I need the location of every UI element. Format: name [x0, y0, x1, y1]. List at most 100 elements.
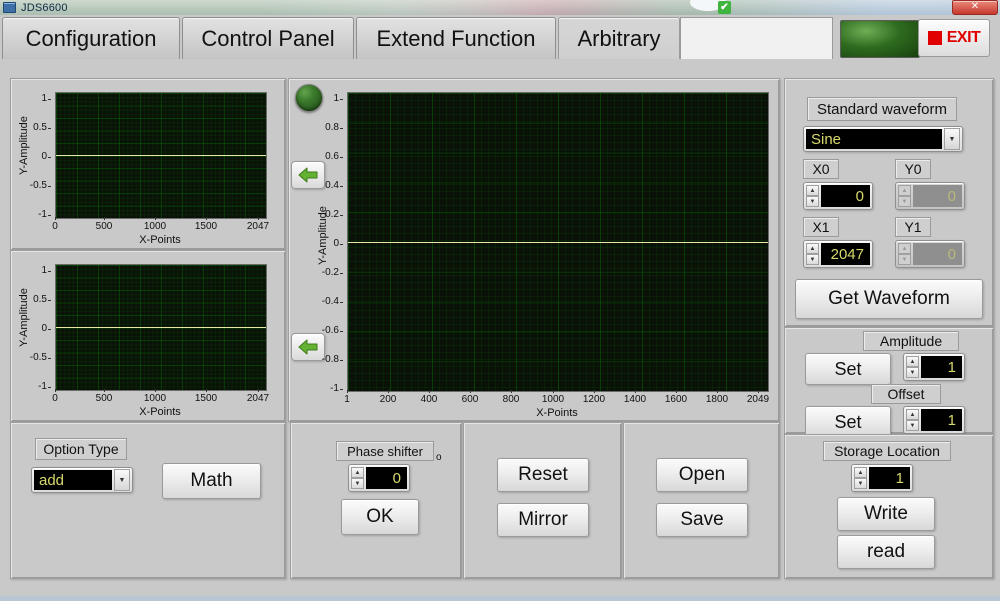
chevron-down-icon[interactable]: ▼	[944, 128, 960, 150]
chart-a-xtick: 0	[45, 217, 65, 232]
x0-spin-buttons[interactable]: ▲ ▼	[806, 185, 819, 207]
x1-stepper[interactable]: ▲ ▼ 2047	[803, 240, 873, 268]
tab-label: Configuration	[25, 25, 157, 51]
main-chart-xtick: 1	[338, 390, 356, 405]
reset-button[interactable]: Reset	[497, 458, 589, 492]
offset-spin-buttons[interactable]: ▲ ▼	[906, 409, 919, 431]
get-waveform-button[interactable]: Get Waveform	[795, 279, 983, 319]
spin-up-icon[interactable]: ▲	[351, 467, 364, 478]
amplitude-stepper[interactable]: ▲ ▼ 1	[903, 353, 965, 381]
spin-down-icon[interactable]: ▼	[806, 254, 819, 265]
main-chart-xtick: 2049	[741, 390, 775, 405]
spin-up-icon[interactable]: ▲	[906, 409, 919, 420]
option-type-select[interactable]: add ▼	[31, 467, 133, 493]
offset-stepper[interactable]: ▲ ▼ 1	[903, 406, 965, 434]
chart-a-xlabel: X-Points	[139, 234, 181, 246]
spin-up-icon[interactable]: ▲	[854, 467, 867, 478]
chart-b-ytick: 0	[23, 323, 51, 334]
open-button[interactable]: Open	[656, 458, 748, 492]
spin-down-icon[interactable]: ▼	[854, 478, 867, 489]
phase-spin-buttons[interactable]: ▲ ▼	[351, 467, 364, 489]
app-body: Configuration Control Panel Extend Funct…	[0, 15, 1000, 596]
y1-label: Y1	[895, 217, 931, 237]
main-chart-xtick: 1200	[577, 390, 611, 405]
y1-spin-buttons: ▲ ▼	[898, 243, 911, 265]
chart-a-xtick: 1000	[139, 217, 171, 232]
spin-down-icon[interactable]: ▼	[806, 196, 819, 207]
chart-b-ytick: -0.5	[23, 352, 51, 363]
source-chart-b-panel: Y-Amplitude 1 0.5 0 -0.5 -1 0 500 1000 1…	[10, 250, 286, 422]
y0-stepper: ▲ ▼ 0	[895, 182, 965, 210]
write-label: Write	[864, 503, 908, 524]
open-label: Open	[678, 464, 726, 485]
tab-label: Control Panel	[201, 25, 335, 51]
tab-arbitrary[interactable]: Arbitrary	[558, 17, 680, 59]
tab-label: Extend Function	[376, 25, 536, 51]
option-type-label: Option Type	[35, 438, 127, 460]
phase-ok-button[interactable]: OK	[341, 499, 419, 535]
tab-strip-filler	[680, 17, 833, 59]
phase-shifter-stepper[interactable]: ▲ ▼ 0	[348, 464, 410, 492]
spin-up-icon[interactable]: ▲	[906, 356, 919, 367]
math-label: Math	[190, 470, 233, 491]
main-chart-plot[interactable]	[347, 92, 769, 392]
chart-b-ytick: 1	[23, 265, 51, 276]
storage-spin-buttons[interactable]: ▲ ▼	[854, 467, 867, 489]
y1-stepper: ▲ ▼ 0	[895, 240, 965, 268]
tab-control-panel[interactable]: Control Panel	[182, 17, 354, 59]
chart-a-ytick: -1	[23, 209, 51, 220]
amplitude-spin-buttons[interactable]: ▲ ▼	[906, 356, 919, 378]
mirror-button[interactable]: Mirror	[497, 503, 589, 537]
math-button[interactable]: Math	[162, 463, 261, 499]
get-waveform-label: Get Waveform	[828, 288, 950, 309]
tab-configuration[interactable]: Configuration	[2, 17, 180, 59]
spin-down-icon[interactable]: ▼	[906, 420, 919, 431]
x0-value: 0	[821, 185, 870, 207]
exit-button-label: EXIT	[946, 29, 981, 46]
x1-spin-buttons[interactable]: ▲ ▼	[806, 243, 819, 265]
close-button[interactable]: ✕	[952, 0, 998, 15]
y0-spin-buttons: ▲ ▼	[898, 185, 911, 207]
spin-down-icon[interactable]: ▼	[906, 367, 919, 378]
phase-shifter-value: 0	[366, 467, 407, 489]
x0-stepper[interactable]: ▲ ▼ 0	[803, 182, 873, 210]
exit-button[interactable]: EXIT	[918, 19, 990, 57]
chart-b-xlabel: X-Points	[139, 406, 181, 418]
chevron-down-icon[interactable]: ▼	[114, 469, 130, 491]
amplitude-value: 1	[921, 356, 962, 378]
mirror-label: Mirror	[518, 509, 568, 530]
write-button[interactable]: Write	[837, 497, 935, 531]
application-window: JDS6600 ✔ ✕ Configuration Control Panel …	[0, 0, 1000, 601]
main-chart-ytick: -1	[309, 383, 343, 394]
chart-b-xtick: 500	[90, 389, 118, 404]
monitor-icon	[3, 2, 16, 13]
left-arrow-icon	[298, 339, 318, 355]
amplitude-set-label: Set	[834, 358, 862, 379]
option-type-panel: Option Type add ▼ Math	[10, 422, 286, 579]
y1-value: 0	[913, 243, 962, 265]
chart-b-plot[interactable]	[55, 264, 267, 391]
read-button[interactable]: read	[837, 535, 935, 569]
amplitude-set-button[interactable]: Set	[805, 353, 891, 385]
option-type-value: add	[34, 470, 112, 490]
phase-shifter-panel: Phase shifter o ▲ ▼ 0 OK	[290, 422, 462, 579]
x0-label: X0	[803, 159, 839, 179]
offset-set-label: Set	[834, 411, 862, 432]
read-label: read	[866, 541, 906, 562]
degree-unit-label: o	[436, 452, 442, 463]
chart-b-xtick: 1500	[190, 389, 222, 404]
spin-down-icon[interactable]: ▼	[351, 478, 364, 489]
chart-a-plot[interactable]	[55, 92, 267, 219]
spin-up-icon[interactable]: ▲	[806, 185, 819, 196]
main-chart-panel: Y-Amplitude 1 0.8 0.6 0.4 0.2 0 -0.2 -0.…	[288, 78, 780, 422]
phase-shifter-label: Phase shifter	[336, 441, 434, 461]
main-chart-ytick: -0.8	[309, 354, 343, 365]
waveform-select[interactable]: Sine ▼	[803, 126, 963, 152]
spin-up-icon[interactable]: ▲	[806, 243, 819, 254]
chart-b-xtick: 0	[45, 389, 65, 404]
save-button[interactable]: Save	[656, 503, 748, 537]
storage-location-stepper[interactable]: ▲ ▼ 1	[851, 464, 913, 492]
amplitude-label: Amplitude	[863, 331, 959, 351]
save-label: Save	[680, 509, 724, 530]
tab-extend-function[interactable]: Extend Function	[356, 17, 556, 59]
